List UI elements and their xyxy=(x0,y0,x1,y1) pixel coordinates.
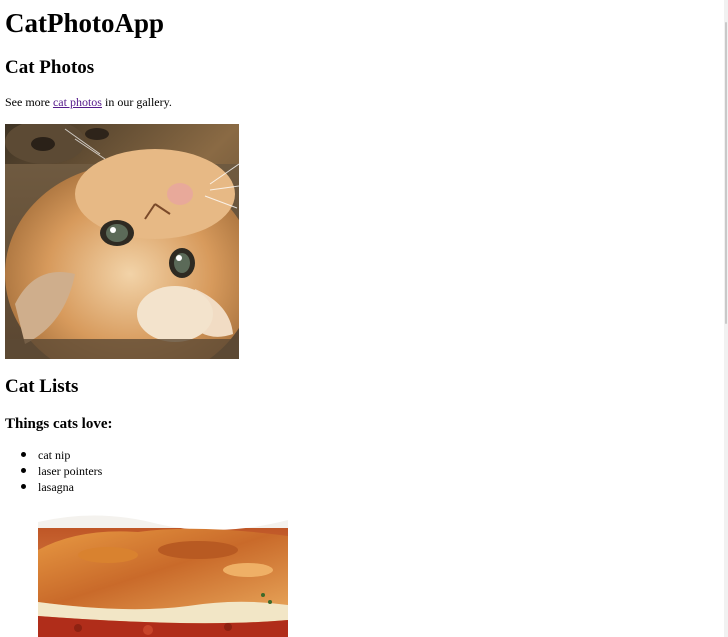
list-item-label: cat nip xyxy=(38,448,71,462)
things-cats-love-heading: Things cats love: xyxy=(5,416,113,432)
bullet-icon xyxy=(21,484,26,489)
gallery-paragraph: See more cat photos in our gallery. xyxy=(5,95,172,110)
list-item-label: laser pointers xyxy=(38,464,103,478)
lasagna-image xyxy=(38,510,288,637)
bullet-icon xyxy=(21,452,26,457)
list-item: cat nip xyxy=(0,447,102,463)
gallery-text-before: See more xyxy=(5,95,53,109)
vertical-scrollbar[interactable] xyxy=(724,0,728,637)
cat-lists-heading: Cat Lists xyxy=(5,376,79,397)
lasagna-illustration xyxy=(38,510,288,637)
kitten-image[interactable] xyxy=(5,124,239,359)
kitten-illustration xyxy=(5,124,239,359)
list-item: lasagna xyxy=(0,479,102,495)
bullet-icon xyxy=(21,468,26,473)
scrollbar-thumb[interactable] xyxy=(725,22,727,324)
cat-love-list: cat nip laser pointers lasagna xyxy=(0,447,102,495)
app-title: CatPhotoApp xyxy=(5,8,165,38)
cat-photos-heading: Cat Photos xyxy=(5,57,95,78)
page-content: CatPhotoApp Cat Photos See more cat phot… xyxy=(0,0,724,637)
list-item: laser pointers xyxy=(0,463,102,479)
cat-photos-link[interactable]: cat photos xyxy=(53,95,102,109)
list-item-label: lasagna xyxy=(38,480,74,494)
gallery-text-after: in our gallery. xyxy=(101,95,172,109)
